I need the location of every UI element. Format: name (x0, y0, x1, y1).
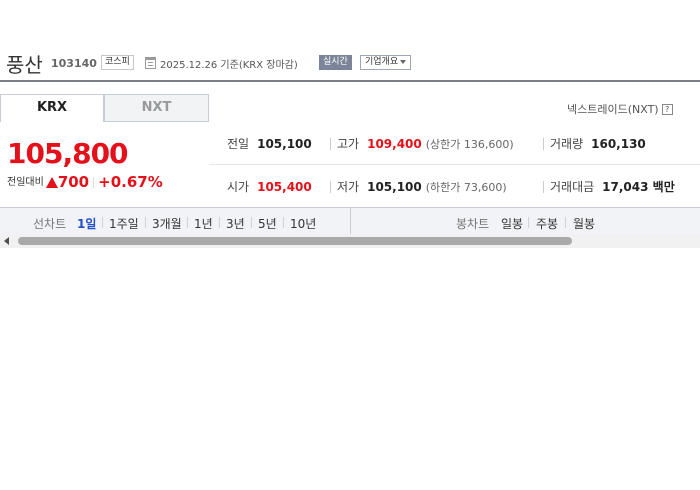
quote-value: 105,400 (257, 180, 312, 194)
period-5y-button[interactable]: 5년 (258, 215, 277, 232)
company-overview-label: 기업개요 (365, 57, 399, 67)
current-price: 105,800 (7, 137, 129, 170)
nextrade-link[interactable]: 넥스트레이드(NXT)? (567, 101, 673, 117)
horizontal-scrollbar[interactable] (0, 234, 700, 248)
quote-label: 시가 (227, 180, 250, 194)
chart-type-divider (350, 208, 351, 235)
divider (565, 217, 566, 228)
quote-value: 105,100 (257, 137, 312, 151)
tab-nxt[interactable]: NXT (104, 94, 209, 122)
quote-value: 17,043 백만 (602, 180, 675, 194)
period-3m-button[interactable]: 3개월 (152, 215, 182, 232)
scroll-thumb[interactable] (18, 237, 572, 245)
calendar-icon (145, 57, 156, 69)
market-badge: 코스피 (101, 55, 134, 70)
line-chart-title: 선차트 (33, 217, 67, 231)
quote-value: 109,400 (367, 137, 422, 151)
stock-name: 풍산 (6, 53, 43, 77)
quote-trade-value: 거래대금 17,043 백만 (550, 178, 675, 195)
candle-daily-button[interactable]: 일봉 (501, 215, 523, 232)
quote-upper-limit: (상한가 136,600) (425, 138, 514, 151)
quote-row-divider (209, 164, 700, 165)
stock-header: 풍산 103140 코스피 2025.12.26 기준(KRX 장마감) 실시간… (0, 44, 700, 80)
help-icon[interactable]: ? (661, 104, 673, 115)
candle-chart-title: 봉차트 (456, 217, 490, 231)
quote-high: 고가 109,400 (상한가 136,600) (337, 135, 514, 152)
divider (528, 217, 529, 228)
divider (145, 217, 146, 228)
change-percent: +0.67% (98, 173, 163, 191)
caret-down-icon (400, 59, 407, 64)
divider (251, 217, 252, 228)
header-divider (0, 80, 700, 82)
quote-label: 저가 (337, 180, 360, 194)
divider (102, 217, 103, 228)
column-divider (330, 181, 331, 193)
company-overview-button[interactable]: 기업개요 (360, 55, 412, 70)
change-value: 700 (57, 173, 90, 191)
period-1w-button[interactable]: 1주일 (109, 215, 139, 232)
quote-label: 고가 (337, 137, 360, 151)
tab-krx[interactable]: KRX (0, 94, 104, 122)
candle-monthly-button[interactable]: 월봉 (573, 215, 595, 232)
change-label: 전일대비 (7, 177, 44, 188)
quote-value: 160,130 (591, 137, 646, 151)
quote-label: 전일 (227, 137, 250, 151)
quote-open: 시가 105,400 (227, 178, 312, 195)
quote-label: 거래대금 (550, 180, 595, 194)
quote-low: 저가 105,100 (하한가 73,600) (337, 178, 507, 195)
period-10y-button[interactable]: 10년 (290, 215, 316, 232)
scroll-left-arrow-icon[interactable] (4, 237, 9, 245)
period-1y-button[interactable]: 1년 (194, 215, 213, 232)
stock-code: 103140 (51, 57, 97, 70)
divider (93, 177, 95, 188)
column-divider (543, 138, 544, 150)
column-divider (330, 138, 331, 150)
realtime-button[interactable]: 실시간 (319, 55, 352, 70)
chart-controls: 선차트 1일 1주일 3개월 1년 3년 5년 10년 봉차트 일봉 주봉 월봉 (0, 207, 700, 235)
column-divider (543, 181, 544, 193)
quote-lower-limit: (하한가 73,600) (425, 181, 507, 194)
quote-prev-close: 전일 105,100 (227, 135, 312, 152)
quote-value: 105,100 (367, 180, 422, 194)
divider (187, 217, 188, 228)
period-3y-button[interactable]: 3년 (226, 215, 245, 232)
period-1d-button[interactable]: 1일 (77, 215, 96, 232)
nextrade-link-label: 넥스트레이드(NXT) (567, 103, 659, 116)
price-change-row: 전일대비 700 +0.67% (7, 173, 163, 191)
divider (219, 217, 220, 228)
quote-volume: 거래량 160,130 (550, 135, 646, 152)
up-triangle-icon (45, 177, 58, 188)
candle-weekly-button[interactable]: 주봉 (536, 215, 558, 232)
divider (283, 217, 284, 228)
quote-label: 거래량 (550, 137, 584, 151)
base-date: 2025.12.26 기준(KRX 장마감) (160, 60, 298, 71)
